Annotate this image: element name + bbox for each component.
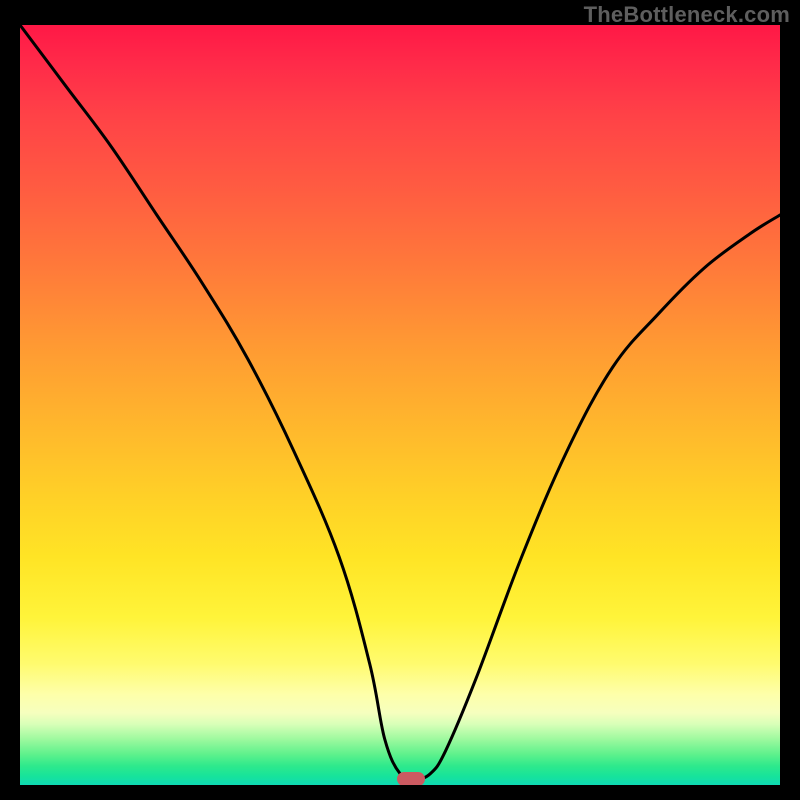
chart-frame: TheBottleneck.com [0,0,800,800]
optimum-marker [397,772,425,785]
plot-area [20,25,780,785]
watermark-label: TheBottleneck.com [584,2,790,28]
bottleneck-curve [20,25,780,785]
